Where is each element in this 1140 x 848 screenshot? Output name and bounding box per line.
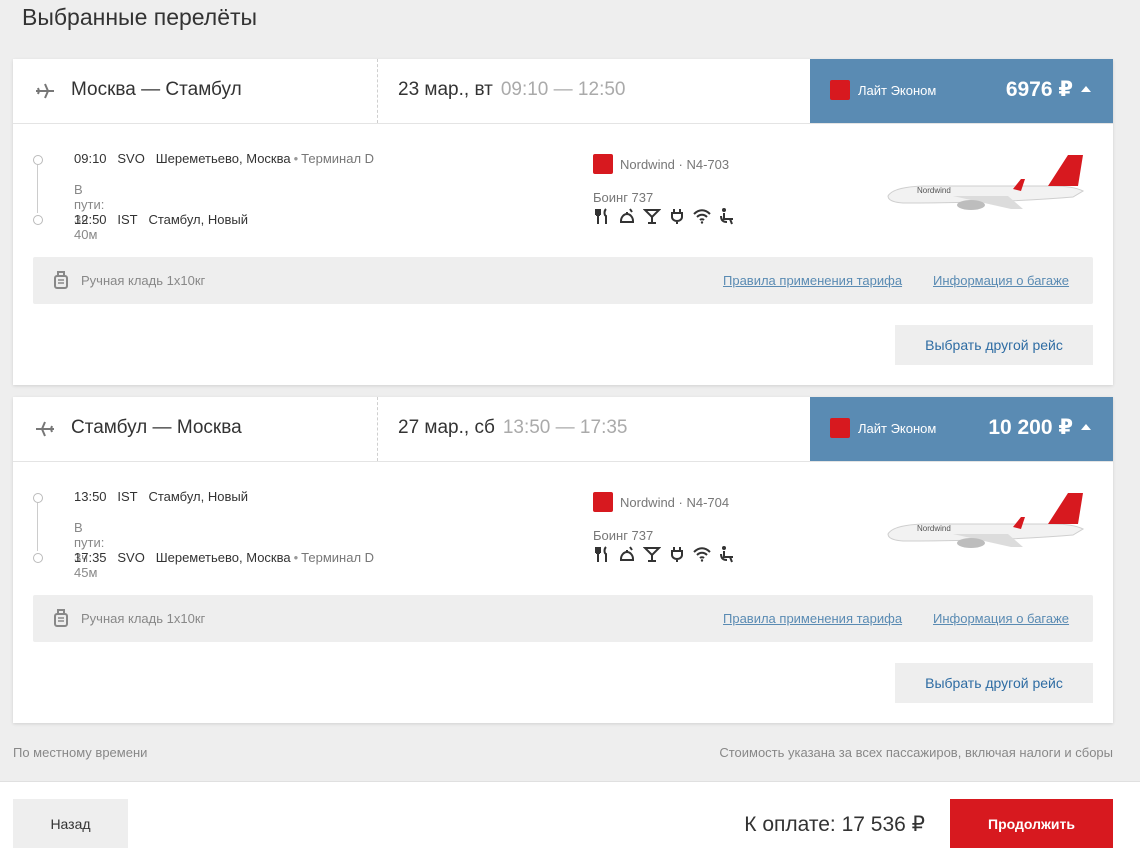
choose-other-flight-button[interactable]: Выбрать другой рейс (895, 663, 1093, 703)
departure-dot-icon (33, 493, 43, 503)
plane-return-icon (36, 421, 54, 437)
page-title: Выбранные перелёты (22, 4, 258, 30)
aircraft-image: Nordwind (887, 493, 1085, 548)
departure-airport: Стамбул, Новый (148, 489, 248, 504)
timeline-line (37, 503, 38, 551)
nordwind-logo-icon (593, 154, 613, 174)
fare-price: 6976 ₽ (1005, 78, 1073, 101)
total-amount: К оплате: 17 536 ₽ (744, 813, 925, 836)
hot-meal-icon (620, 546, 634, 561)
flight-card-outbound: Москва — Стамбул 23 мар., вт 09:10 — 12:5… (13, 59, 1113, 385)
continue-button[interactable]: Продолжить (950, 799, 1113, 848)
arrival-code: SVO (117, 550, 145, 565)
nordwind-logo-icon (830, 80, 850, 100)
baggage-bar: Ручная кладь 1x10кг Правила применения т… (33, 595, 1093, 642)
caret-up-icon (1081, 424, 1091, 430)
departure-time: 13:50 (74, 489, 107, 504)
flight-date: 23 мар., вт (398, 79, 493, 100)
fare-name: Лайт Эконом (858, 421, 937, 436)
local-time-note: По местному времени (13, 745, 148, 760)
departure-code: IST (117, 489, 138, 504)
baggage-icon (54, 271, 68, 289)
price-note: Стоимость указана за всех пассажиров, вк… (719, 745, 1113, 760)
arrival-airport: Шереметьево, Москва (155, 550, 291, 565)
baggage-allowance: Ручная кладь 1x10кг (81, 273, 206, 288)
arrival-dot-icon (33, 553, 43, 563)
flight-datetime: 27 мар., сб 13:50 — 17:35 (398, 417, 627, 439)
route-section: Москва — Стамбул (13, 59, 378, 123)
baggage-icon (54, 609, 68, 627)
aircraft-type: Боинг 737 (593, 528, 654, 543)
flight-times: 09:10 — 12:50 (500, 79, 626, 100)
drinks-icon (643, 209, 661, 224)
caret-up-icon (1081, 86, 1091, 92)
flight-datetime: 23 мар., вт 09:10 — 12:50 (398, 79, 625, 101)
arrival-dot-icon (33, 215, 43, 225)
arrival-time: 17:35 (74, 550, 107, 565)
meal-icon (595, 546, 607, 562)
choose-other-flight-button[interactable]: Выбрать другой рейс (895, 325, 1093, 365)
arrival-airport: Стамбул, Новый (148, 212, 248, 227)
meal-icon (595, 208, 607, 224)
departure-code: SVO (117, 151, 145, 166)
arrival-time: 12:50 (74, 212, 107, 227)
departure-terminal: Терминал D (301, 151, 375, 166)
back-button[interactable]: Назад (13, 799, 128, 848)
wifi-icon (693, 547, 711, 562)
amenities (593, 207, 736, 225)
hot-meal-icon (620, 208, 634, 223)
departure-dot-icon (33, 155, 43, 165)
drinks-icon (643, 547, 661, 562)
route-label: Москва — Стамбул (71, 79, 242, 100)
aircraft-type: Боинг 737 (593, 190, 654, 205)
svg-text:Nordwind: Nordwind (917, 186, 951, 195)
departure-info: 13:50 IST Стамбул, Новый (74, 489, 248, 504)
flight-card-return: Стамбул — Москва 27 мар., сб 13:50 — 17:3… (13, 397, 1113, 723)
nordwind-logo-icon (830, 418, 850, 438)
baggage-info-link[interactable]: Информация о багаже (933, 273, 1069, 288)
baggage-bar: Ручная кладь 1x10кг Правила применения т… (33, 257, 1093, 304)
arrival-terminal: Терминал D (301, 550, 375, 565)
fare-tab[interactable]: Лайт Эконом 10 200 ₽ (810, 397, 1113, 461)
power-icon (671, 547, 683, 562)
flight-header: Стамбул — Москва 27 мар., сб 13:50 — 17:3… (13, 397, 1113, 462)
fare-name: Лайт Эконом (858, 83, 937, 98)
baggage-allowance: Ручная кладь 1x10кг (81, 611, 206, 626)
baggage-info-link[interactable]: Информация о багаже (933, 611, 1069, 626)
fare-price: 10 200 ₽ (988, 416, 1073, 439)
fare-tab[interactable]: Лайт Эконом 6976 ₽ (810, 59, 1113, 123)
seat-icon (720, 546, 733, 563)
svg-text:Nordwind: Nordwind (917, 524, 951, 533)
timeline-line (37, 165, 38, 213)
departure-info: 09:10 SVO Шереметьево, Москва • Терминал D (74, 151, 375, 166)
carrier-flight: Nordwind · N4-703 (620, 157, 730, 172)
flight-header: Москва — Стамбул 23 мар., вт 09:10 — 12:5… (13, 59, 1113, 124)
route-section: Стамбул — Москва (13, 397, 378, 461)
arrival-info: 17:35 SVO Шереметьево, Москва • Терминал D (74, 550, 375, 565)
fare-rules-link[interactable]: Правила применения тарифа (723, 611, 902, 626)
nordwind-logo-icon (593, 492, 613, 512)
arrival-code: IST (117, 212, 138, 227)
footer-bar: Назад К оплате: 17 536 ₽ Продолжить (0, 781, 1140, 848)
departure-airport: Шереметьево, Москва (155, 151, 291, 166)
route-label: Стамбул — Москва (71, 417, 242, 438)
carrier-flight: Nordwind · N4-704 (620, 495, 730, 510)
departure-time: 09:10 (74, 151, 107, 166)
power-icon (671, 209, 683, 224)
fare-rules-link[interactable]: Правила применения тарифа (723, 273, 902, 288)
wifi-icon (693, 209, 711, 224)
amenities (593, 545, 736, 563)
seat-icon (720, 208, 733, 225)
plane-depart-icon (36, 83, 54, 99)
aircraft-image: Nordwind (887, 155, 1085, 210)
flight-times: 13:50 — 17:35 (502, 417, 628, 438)
flight-date: 27 мар., сб (398, 417, 495, 438)
arrival-info: 12:50 IST Стамбул, Новый (74, 212, 248, 227)
